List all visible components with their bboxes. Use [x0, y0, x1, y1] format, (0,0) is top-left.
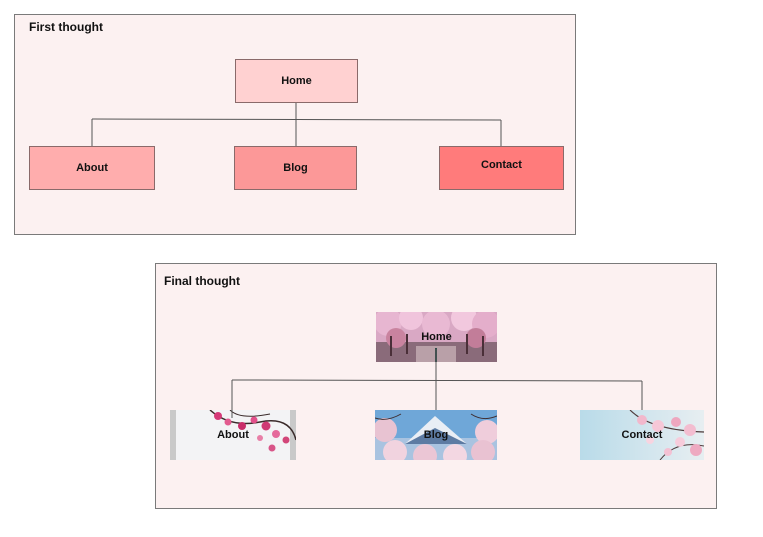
contact-photo-node[interactable]: Contact: [580, 410, 704, 460]
about-node[interactable]: About: [29, 146, 155, 190]
about-node-label: About: [76, 162, 108, 174]
home-photo-label: Home: [421, 331, 452, 343]
about-photo-node[interactable]: About: [170, 410, 296, 460]
home-node-label: Home: [281, 75, 312, 87]
first-thought-title: First thought: [29, 20, 103, 34]
final-thought-frame: Final thought: [155, 263, 717, 509]
first-thought-frame: First thought: [14, 14, 576, 235]
blog-photo-label: Blog: [423, 429, 449, 441]
about-photo-label: About: [217, 429, 249, 441]
contact-node-label: Contact: [481, 159, 522, 171]
blog-node-label: Blog: [283, 162, 308, 174]
contact-photo-label: Contact: [621, 429, 663, 441]
home-node[interactable]: Home: [235, 59, 358, 103]
home-photo-node[interactable]: Home: [376, 312, 497, 362]
final-thought-title: Final thought: [164, 274, 240, 288]
blog-photo-node[interactable]: Blog: [375, 410, 497, 460]
blog-node[interactable]: Blog: [234, 146, 357, 190]
contact-node[interactable]: Contact: [439, 146, 564, 190]
